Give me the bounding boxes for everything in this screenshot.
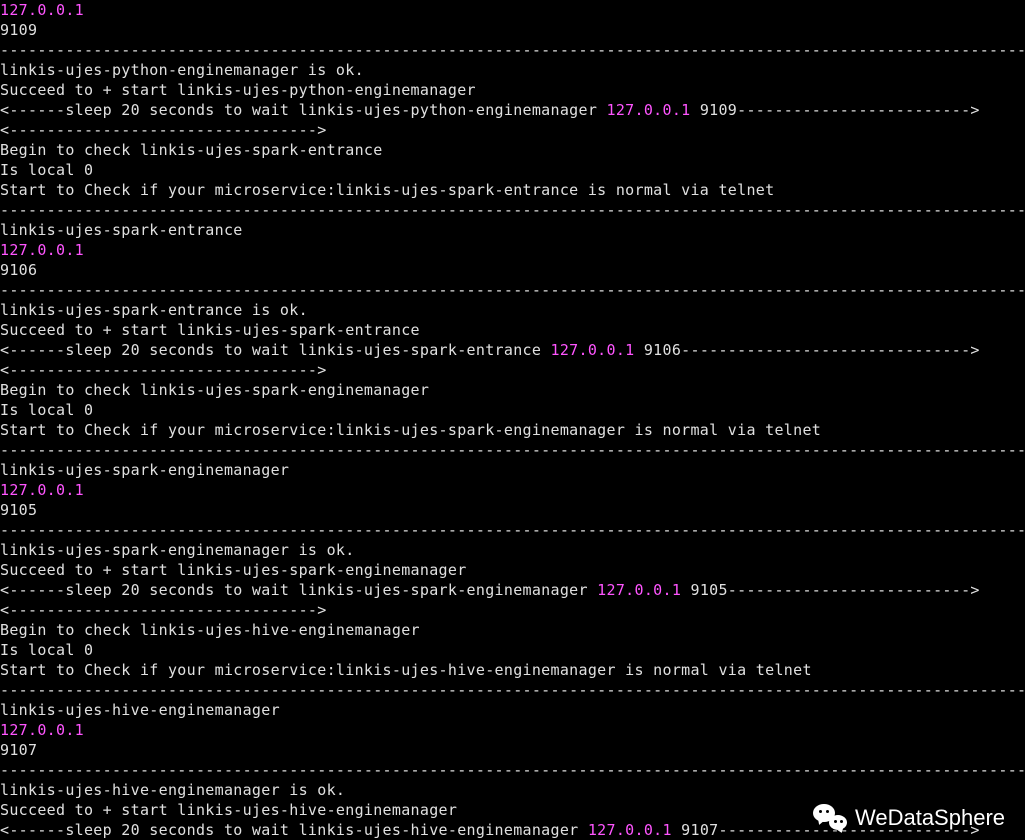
terminal-line: ----------------------------------------… [0, 280, 1025, 300]
terminal-line: 127.0.0.1 [0, 0, 1025, 20]
terminal-text-segment: 9105 [0, 501, 37, 519]
terminal-line: linkis-ujes-hive-enginemanager [0, 700, 1025, 720]
terminal-text-segment: 127.0.0.1 [0, 721, 84, 739]
terminal-text-segment: Start to Check if your microservice:link… [0, 181, 774, 199]
terminal-text-segment: ----------------------------------------… [0, 41, 1025, 59]
terminal-line: <------sleep 20 seconds to wait linkis-u… [0, 340, 1025, 360]
terminal-line: linkis-ujes-hive-enginemanager is ok. [0, 780, 1025, 800]
terminal-text-segment: Start to Check if your microservice:link… [0, 661, 812, 679]
terminal-text-segment: linkis-ujes-python-enginemanager is ok. [0, 61, 364, 79]
terminal-line: Begin to check linkis-ujes-hive-enginema… [0, 620, 1025, 640]
terminal-text-segment: ----------------------------------------… [0, 441, 1025, 459]
terminal-line: linkis-ujes-python-enginemanager is ok. [0, 60, 1025, 80]
terminal-line: <---------------------------------> [0, 600, 1025, 620]
terminal-text-segment: 127.0.0.1 [588, 821, 672, 839]
terminal-text-segment: 127.0.0.1 [597, 581, 681, 599]
terminal-text-segment: Succeed to + start linkis-ujes-spark-eng… [0, 561, 467, 579]
terminal-line: 127.0.0.1 [0, 480, 1025, 500]
terminal-line: ----------------------------------------… [0, 760, 1025, 780]
terminal-line: ----------------------------------------… [0, 200, 1025, 220]
terminal-text-segment: ----------------------------------------… [0, 281, 1025, 299]
terminal-line: <------sleep 20 seconds to wait linkis-u… [0, 820, 1025, 840]
terminal-text-segment: <---------------------------------> [0, 121, 327, 139]
terminal-text-segment: 9106 [0, 261, 37, 279]
terminal-text-segment: <------sleep 20 seconds to wait linkis-u… [0, 581, 597, 599]
terminal-text-segment: linkis-ujes-spark-entrance is ok. [0, 301, 308, 319]
terminal-line: linkis-ujes-spark-entrance [0, 220, 1025, 240]
terminal-text-segment: 9107 [0, 741, 37, 759]
terminal-text-segment: Is local 0 [0, 161, 93, 179]
terminal-line: linkis-ujes-spark-enginemanager is ok. [0, 540, 1025, 560]
terminal-line: <---------------------------------> [0, 120, 1025, 140]
terminal-text-segment: 9109-------------------------> [690, 101, 979, 119]
terminal-text-segment: Succeed to + start linkis-ujes-spark-ent… [0, 321, 420, 339]
terminal-text-segment: linkis-ujes-spark-enginemanager is ok. [0, 541, 355, 559]
terminal-text-segment: linkis-ujes-hive-enginemanager [0, 701, 280, 719]
terminal-text-segment: <---------------------------------> [0, 361, 327, 379]
terminal-line: Succeed to + start linkis-ujes-python-en… [0, 80, 1025, 100]
terminal-line: 127.0.0.1 [0, 720, 1025, 740]
terminal-line: 9109 [0, 20, 1025, 40]
terminal-line: Begin to check linkis-ujes-spark-enginem… [0, 380, 1025, 400]
terminal-text-segment: 9107---------------------------> [672, 821, 980, 839]
terminal-text-segment: 127.0.0.1 [0, 1, 84, 19]
terminal-text-segment: 9109 [0, 21, 37, 39]
terminal-line: ----------------------------------------… [0, 520, 1025, 540]
terminal-text-segment: ----------------------------------------… [0, 761, 1025, 779]
terminal-text-segment: 127.0.0.1 [0, 241, 84, 259]
terminal-line: 9106 [0, 260, 1025, 280]
terminal-line: Succeed to + start linkis-ujes-hive-engi… [0, 800, 1025, 820]
terminal-line: 127.0.0.1 [0, 240, 1025, 260]
terminal-text-segment: Begin to check linkis-ujes-spark-entranc… [0, 141, 383, 159]
terminal-line: <------sleep 20 seconds to wait linkis-u… [0, 100, 1025, 120]
terminal-line: Is local 0 [0, 160, 1025, 180]
terminal-text-segment: 9106-------------------------------> [635, 341, 980, 359]
terminal-line: ----------------------------------------… [0, 680, 1025, 700]
terminal-line: 9107 [0, 740, 1025, 760]
terminal-line: linkis-ujes-spark-entrance is ok. [0, 300, 1025, 320]
terminal-text-segment: <------sleep 20 seconds to wait linkis-u… [0, 101, 607, 119]
terminal-text-segment: linkis-ujes-hive-enginemanager is ok. [0, 781, 345, 799]
terminal-text-segment: 127.0.0.1 [0, 481, 84, 499]
terminal-text-segment: Is local 0 [0, 401, 93, 419]
terminal-line: ----------------------------------------… [0, 440, 1025, 460]
terminal-text-segment: ----------------------------------------… [0, 681, 1025, 699]
terminal-line: Is local 0 [0, 400, 1025, 420]
terminal-text-segment: Begin to check linkis-ujes-spark-enginem… [0, 381, 429, 399]
terminal-text-segment: ----------------------------------------… [0, 201, 1025, 219]
terminal-line: Begin to check linkis-ujes-spark-entranc… [0, 140, 1025, 160]
terminal-line: linkis-ujes-spark-enginemanager [0, 460, 1025, 480]
terminal-text-segment: Begin to check linkis-ujes-hive-enginema… [0, 621, 420, 639]
terminal-text-segment: linkis-ujes-spark-enginemanager [0, 461, 289, 479]
terminal-line: <---------------------------------> [0, 360, 1025, 380]
terminal-line: Succeed to + start linkis-ujes-spark-eng… [0, 560, 1025, 580]
terminal-line: 9105 [0, 500, 1025, 520]
terminal-text-segment: linkis-ujes-spark-entrance [0, 221, 243, 239]
terminal-line: Succeed to + start linkis-ujes-spark-ent… [0, 320, 1025, 340]
terminal-text-segment: Is local 0 [0, 641, 93, 659]
terminal-text-segment: 127.0.0.1 [607, 101, 691, 119]
terminal-line: <------sleep 20 seconds to wait linkis-u… [0, 580, 1025, 600]
terminal-line: Start to Check if your microservice:link… [0, 180, 1025, 200]
terminal-text-segment: <------sleep 20 seconds to wait linkis-u… [0, 341, 551, 359]
terminal-line: Is local 0 [0, 640, 1025, 660]
terminal-text-segment: 127.0.0.1 [551, 341, 635, 359]
terminal-text-segment: Start to Check if your microservice:link… [0, 421, 821, 439]
terminal-text-segment: Succeed to + start linkis-ujes-hive-engi… [0, 801, 457, 819]
terminal-text-segment: Succeed to + start linkis-ujes-python-en… [0, 81, 476, 99]
terminal-text-segment: ----------------------------------------… [0, 521, 1025, 539]
terminal-line: Start to Check if your microservice:link… [0, 660, 1025, 680]
terminal-text-segment: <---------------------------------> [0, 601, 327, 619]
terminal-text-segment: <------sleep 20 seconds to wait linkis-u… [0, 821, 588, 839]
terminal-text-segment: 9105--------------------------> [681, 581, 980, 599]
terminal-output[interactable]: 127.0.0.1 9109 ---------------------------… [0, 0, 1025, 840]
terminal-line: Start to Check if your microservice:link… [0, 420, 1025, 440]
terminal-line: ----------------------------------------… [0, 40, 1025, 60]
